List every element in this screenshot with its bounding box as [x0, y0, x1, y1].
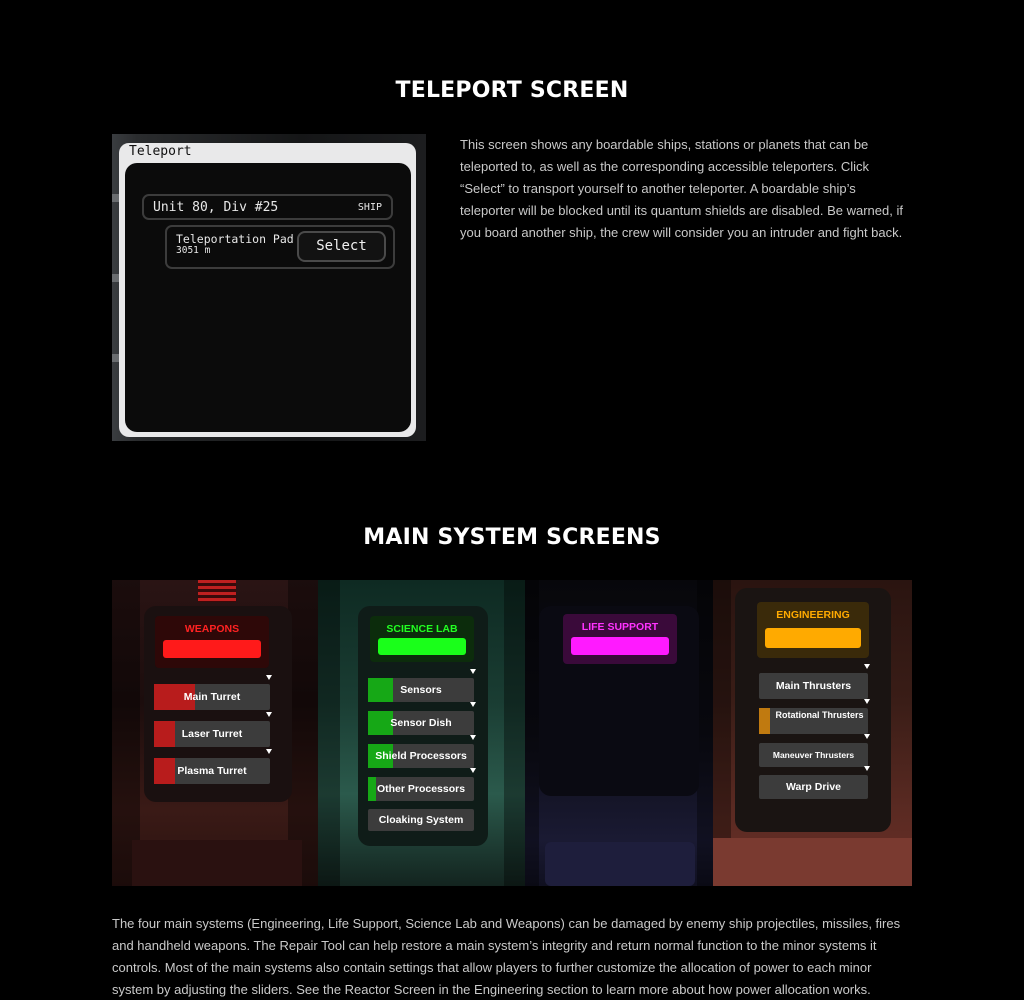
caret-down-icon: [470, 735, 476, 740]
select-button[interactable]: Select: [297, 231, 386, 262]
engineering-slider-maneuver-thrusters[interactable]: Maneuver Thrusters: [759, 734, 870, 767]
engineering-slider-rotational-thrusters[interactable]: Rotational Thrusters: [759, 699, 870, 734]
engineering-slider-main-thrusters[interactable]: Main Thrusters: [759, 664, 870, 699]
slider-fill: [759, 708, 770, 734]
floor: [132, 840, 302, 886]
ceiling-light: [198, 580, 236, 602]
science-label: SCIENCE LAB: [386, 623, 458, 635]
wall-pillar: [697, 580, 713, 886]
life-support-header: LIFE SUPPORT: [563, 614, 677, 664]
wall-pillar: [525, 580, 539, 886]
slider-label: Shield Processors: [375, 750, 467, 762]
engineering-integrity-bar: [765, 628, 861, 648]
pad-name: Teleportation Pad: [176, 232, 294, 246]
science-integrity-bar: [378, 638, 466, 655]
main-systems-description: The four main systems (Engineering, Life…: [112, 916, 901, 997]
life-support-panel: LIFE SUPPORT: [525, 580, 713, 886]
teleport-description: This screen shows any boardable ships, s…: [460, 137, 903, 240]
weapons-slider-plasma-turret[interactable]: Plasma Turret: [154, 749, 272, 784]
slider-label: Cloaking System: [378, 814, 464, 826]
wall-pillar: [318, 580, 340, 886]
slider-label: Laser Turret: [181, 728, 243, 740]
teleport-screenshot: Teleport Unit 80, Div #25 SHIP Teleporta…: [112, 134, 426, 441]
caret-down-icon: [864, 766, 870, 771]
slider-label: Main Turret: [183, 691, 241, 703]
caret-down-icon: [864, 699, 870, 704]
slider-label: Warp Drive: [785, 781, 842, 793]
slider-label: Sensors: [400, 684, 442, 696]
caret-down-icon: [266, 675, 272, 680]
teleport-window-title: Teleport: [129, 144, 192, 159]
main-systems-screenshot: WEAPONS Main Turret Laser Turret Plasma …: [112, 580, 912, 886]
caret-down-icon: [470, 669, 476, 674]
science-slider-other-processors[interactable]: Other Processors: [368, 768, 476, 801]
weapons-slider-main-turret[interactable]: Main Turret: [154, 675, 272, 710]
weapons-integrity-bar: [163, 640, 261, 658]
floor: [713, 838, 912, 886]
teleport-section-title: TELEPORT SCREEN: [395, 78, 629, 103]
engineering-label: ENGINEERING: [776, 609, 850, 621]
slider-label: Plasma Turret: [177, 765, 247, 777]
engineering-header: ENGINEERING: [757, 602, 869, 658]
destination-type: SHIP: [357, 202, 382, 213]
teleport-window: Teleport Unit 80, Div #25 SHIP Teleporta…: [119, 143, 416, 437]
main-systems-section-title: MAIN SYSTEM SCREENS: [363, 525, 661, 550]
slider-label: Main Thrusters: [775, 680, 852, 692]
slider-label: Sensor Dish: [390, 717, 452, 729]
science-header: SCIENCE LAB: [370, 616, 474, 662]
slider-label: Maneuver Thrusters: [772, 750, 855, 760]
caret-down-icon: [864, 664, 870, 669]
engineering-slider-warp-drive[interactable]: Warp Drive: [759, 766, 870, 799]
slider-label: Rotational Thrusters: [775, 710, 864, 720]
destination-name: Unit 80, Div #25: [153, 200, 279, 215]
weapons-slider-laser-turret[interactable]: Laser Turret: [154, 712, 272, 747]
science-panel: SCIENCE LAB Sensors Sensor Dish Shield P…: [318, 580, 525, 886]
caret-down-icon: [266, 749, 272, 754]
wall-pillar: [504, 580, 525, 886]
life-support-integrity-bar: [571, 637, 669, 655]
caret-down-icon: [470, 702, 476, 707]
teleporter-row: Teleportation Pad 3051 m Select: [165, 225, 395, 269]
science-slider-cloaking-system[interactable]: Cloaking System: [368, 809, 474, 831]
life-support-label: LIFE SUPPORT: [581, 621, 659, 633]
caret-down-icon: [266, 712, 272, 717]
destination-row[interactable]: Unit 80, Div #25 SHIP: [142, 194, 393, 220]
pad-distance: 3051 m: [176, 245, 211, 256]
caret-down-icon: [470, 768, 476, 773]
floor-machinery: [545, 842, 695, 886]
science-slider-sensor-dish[interactable]: Sensor Dish: [368, 702, 476, 735]
weapons-panel: WEAPONS Main Turret Laser Turret Plasma …: [112, 580, 318, 886]
teleport-window-body: Unit 80, Div #25 SHIP Teleportation Pad …: [125, 163, 411, 432]
science-slider-sensors[interactable]: Sensors: [368, 669, 476, 702]
weapons-label: WEAPONS: [184, 623, 240, 635]
caret-down-icon: [864, 734, 870, 739]
engineering-panel: ENGINEERING Main Thrusters Rotational Th…: [713, 580, 912, 886]
slider-label: Other Processors: [376, 783, 466, 795]
science-slider-shield-processors[interactable]: Shield Processors: [368, 735, 476, 768]
weapons-header: WEAPONS: [155, 616, 269, 668]
